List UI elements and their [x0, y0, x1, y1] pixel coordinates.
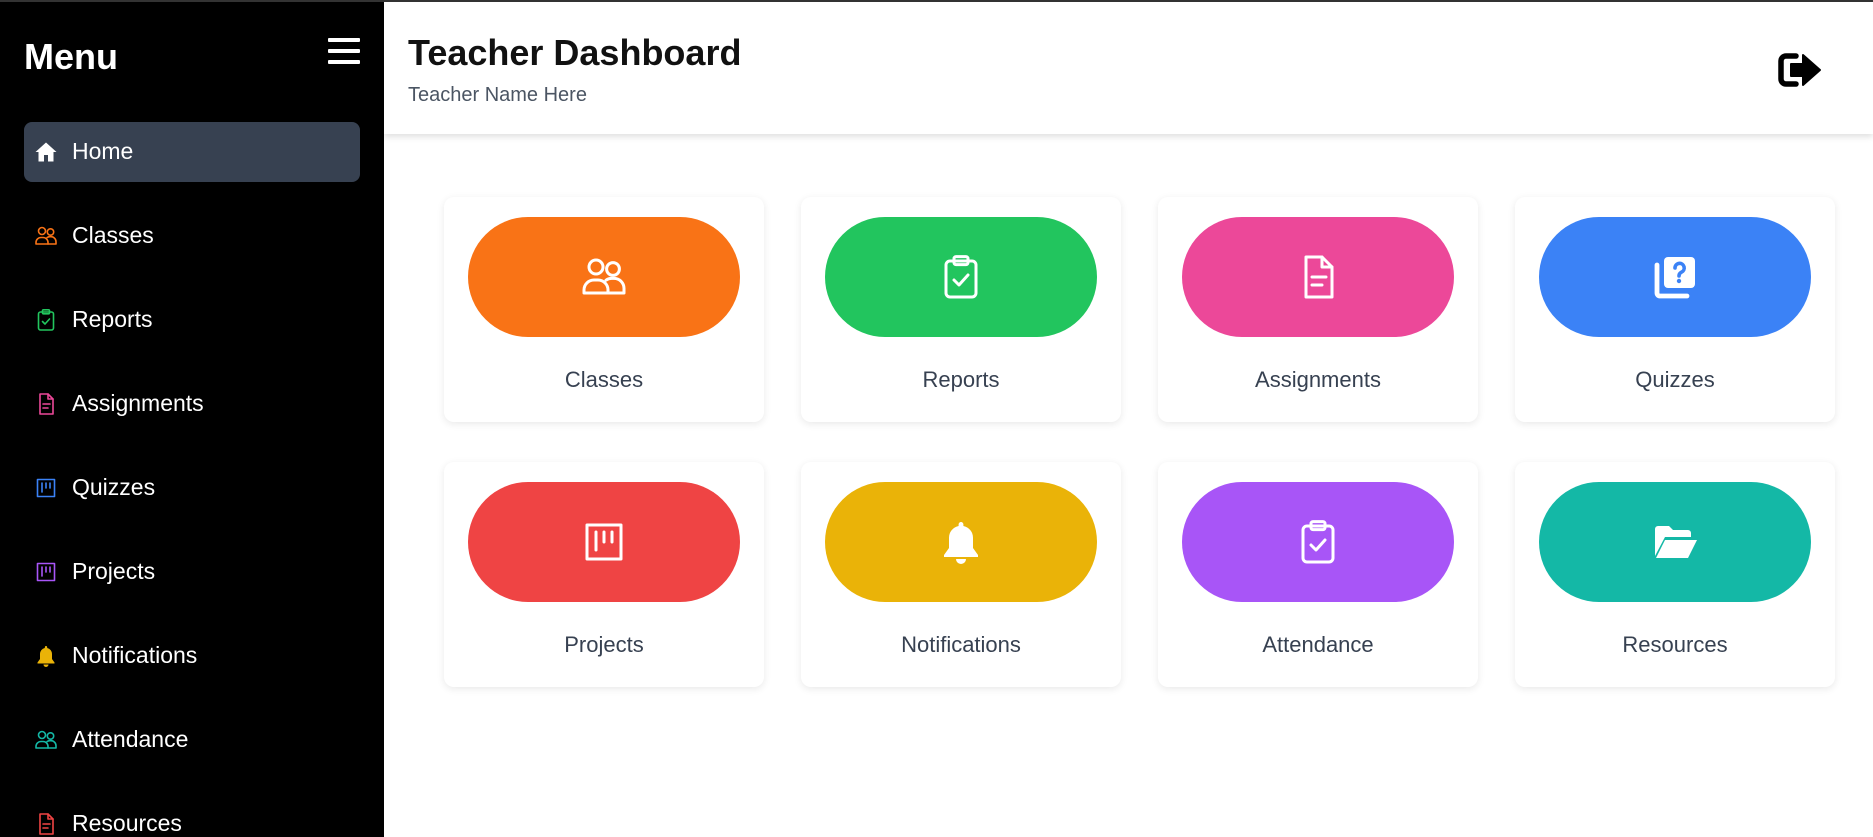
home-icon	[34, 140, 58, 164]
document-icon	[34, 812, 58, 836]
board-icon	[34, 476, 58, 500]
card-icon-pill	[825, 482, 1097, 602]
card-label: Attendance	[1262, 632, 1374, 657]
card-label: Classes	[564, 367, 644, 392]
menu-title: Menu	[24, 36, 118, 77]
page-title: Teacher Dashboard	[408, 32, 742, 73]
sidebar-item-projects[interactable]: Projects	[24, 542, 360, 602]
sidebar-item-label: Projects	[72, 558, 156, 584]
card-label: Reports	[922, 367, 1000, 392]
card-resources[interactable]: Resources	[1515, 462, 1835, 687]
sidebar-item-assignments[interactable]: Assignments	[24, 374, 360, 434]
sidebar-item-label: Assignments	[72, 390, 204, 416]
dashboard-card-grid: Classes Reports Assignments Quizzes Projects…	[444, 197, 1835, 687]
page-header: Teacher Dashboard Teacher Name Here	[384, 2, 1873, 134]
sidebar-item-label: Reports	[72, 306, 153, 332]
card-assignments[interactable]: Assignments	[1158, 197, 1478, 422]
users-icon	[34, 728, 58, 752]
card-label: Notifications	[901, 632, 1021, 657]
card-icon-pill	[1539, 217, 1811, 337]
logout-icon[interactable]	[1776, 48, 1824, 92]
clipboard-check-icon	[34, 308, 58, 332]
sidebar-item-quizzes[interactable]: Quizzes	[24, 458, 360, 518]
sidebar-item-label: Attendance	[72, 726, 189, 752]
card-label: Quizzes	[1635, 367, 1715, 392]
sidebar-item-attendance[interactable]: Attendance	[24, 710, 360, 770]
bell-icon	[34, 644, 58, 668]
card-projects[interactable]: Projects	[444, 462, 764, 687]
users-icon	[34, 224, 58, 248]
sidebar-item-label: Quizzes	[72, 474, 156, 500]
document-icon	[34, 392, 58, 416]
sidebar-item-label: Classes	[72, 222, 154, 248]
sidebar-item-resources[interactable]: Resources	[24, 794, 360, 837]
sidebar-item-label: Notifications	[72, 642, 198, 668]
hamburger-menu-icon[interactable]	[328, 36, 360, 66]
card-icon-pill	[1182, 217, 1454, 337]
card-reports[interactable]: Reports	[801, 197, 1121, 422]
sidebar-item-label: Resources	[72, 810, 182, 836]
sidebar-nav: Home Classes Reports Assignments Quizzes Proj…	[24, 122, 360, 837]
card-icon-pill	[468, 482, 740, 602]
sidebar-item-home[interactable]: Home	[24, 122, 360, 182]
card-label: Resources	[1622, 632, 1728, 657]
card-label: Projects	[564, 632, 644, 657]
card-icon-pill	[1539, 482, 1811, 602]
card-notifications[interactable]: Notifications	[801, 462, 1121, 687]
card-attendance[interactable]: Attendance	[1158, 462, 1478, 687]
board-icon	[34, 560, 58, 584]
sidebar-item-notifications[interactable]: Notifications	[24, 626, 360, 686]
card-quizzes[interactable]: Quizzes	[1515, 197, 1835, 422]
sidebar: Menu Home Classes Reports Assignments Quizze…	[0, 2, 384, 837]
sidebar-item-classes[interactable]: Classes	[24, 206, 360, 266]
card-icon-pill	[468, 217, 740, 337]
sidebar-item-reports[interactable]: Reports	[24, 290, 360, 350]
sidebar-item-label: Home	[72, 138, 134, 164]
sidebar-header: Menu	[24, 30, 360, 80]
card-classes[interactable]: Classes	[444, 197, 764, 422]
window-top-border	[0, 0, 1873, 2]
teacher-name: Teacher Name Here	[408, 84, 587, 106]
card-icon-pill	[1182, 482, 1454, 602]
card-icon-pill	[825, 217, 1097, 337]
card-label: Assignments	[1255, 367, 1381, 392]
